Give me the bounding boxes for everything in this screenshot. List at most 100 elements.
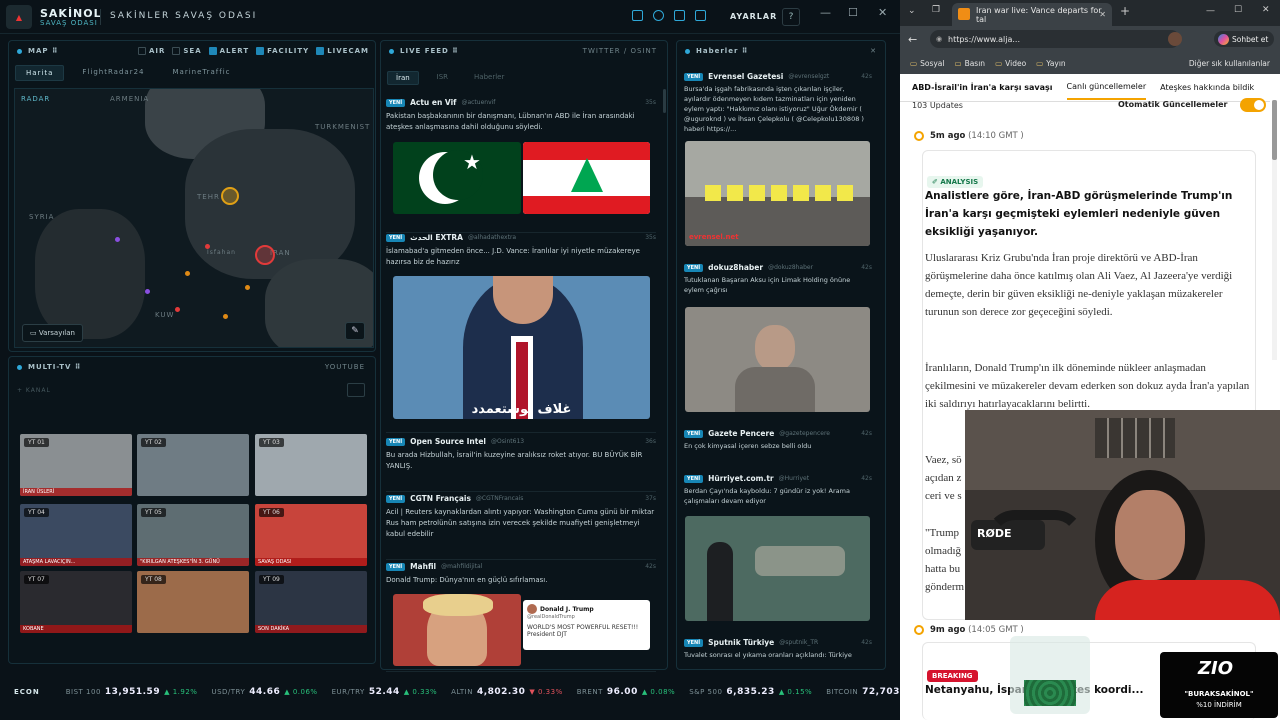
tv-thumbnail[interactable]: YT 01 İRAN ÜSLERİ (20, 434, 132, 496)
event-marker[interactable] (205, 244, 210, 249)
avatar[interactable] (1168, 32, 1182, 46)
back-icon[interactable]: ← (908, 33, 917, 46)
help-button[interactable]: ? (782, 8, 800, 26)
ticker-value: 52.44 (368, 687, 400, 697)
default-view-button[interactable]: ▭ Varsayılan (22, 324, 83, 342)
close-icon[interactable]: ✕ (878, 6, 887, 19)
maximize-icon[interactable]: ☐ (848, 6, 858, 19)
add-channel-button[interactable]: + KANAL (17, 387, 51, 394)
new-badge: YENİ (386, 494, 406, 503)
tab-marinetraffic[interactable]: MarineTraffic (162, 65, 240, 81)
tv-thumbnail[interactable]: YT 06 SAVAŞ ODASI (255, 504, 367, 566)
event-marker[interactable] (223, 314, 228, 319)
chart-icon[interactable] (695, 10, 706, 21)
promo-logo: ZIO (1198, 658, 1234, 679)
news-item[interactable]: YENİ Gazete Pencere @gazetepencere 42s En ço… (684, 429, 872, 469)
divider (100, 9, 101, 25)
new-badge: YENİ (386, 98, 406, 107)
trump-photo (393, 594, 521, 666)
bookmark-folder[interactable]: ▭ Video (995, 59, 1026, 68)
news-handle: @dokuz8haber (768, 264, 814, 271)
tv-thumbnail[interactable]: YT 03 (255, 434, 367, 496)
active-browser-tab[interactable]: Iran war live: Vance departs for tal ✕ (952, 3, 1112, 26)
feed-tab[interactable]: Haberler (466, 71, 512, 85)
checkbox[interactable] (137, 47, 146, 55)
rss-icon[interactable] (653, 10, 664, 21)
filter-air[interactable]: AIR (137, 47, 165, 55)
workspace-icon[interactable]: ❐ (932, 5, 940, 15)
filter-sea[interactable]: SEA (172, 47, 201, 55)
news-source: Gazete Pencere (708, 429, 775, 438)
news-item[interactable]: YENİ Sputnik Türkiye @sputnik_TR 42s Tuvalet… (684, 638, 872, 668)
channel-label: YT 02 (141, 438, 166, 447)
event-marker[interactable] (115, 237, 120, 242)
tab-flightradar24[interactable]: FlightRadar24 (72, 65, 154, 81)
feed-post[interactable]: YENİ Open Source Intel @Osint613 36s Bu arad… (386, 437, 656, 492)
close-icon[interactable]: ✕ (1262, 5, 1270, 15)
ticker-name: USD/TRY (211, 688, 246, 696)
quote-handle: @realDonaldTrump (527, 614, 575, 620)
ticker-item: BRENT 96.00 ▲ 0.08% (577, 687, 675, 697)
bookmark-folder[interactable]: ▭ Yayın (1036, 59, 1066, 68)
quoted-tweet[interactable]: Donald J. Trump @realDonaldTrump WORLD'S… (523, 600, 650, 650)
other-bookmarks[interactable]: Diğer sık kullanılanlar (1189, 59, 1270, 68)
ticker-value: 13,951.59 (104, 687, 161, 697)
scrollbar[interactable] (663, 89, 666, 113)
filter-livecam[interactable]: LIVECAM (316, 47, 369, 55)
tv-thumbnail[interactable]: YT 09 SON DAKİKA (255, 571, 367, 633)
settings-button[interactable]: AYARLAR (730, 12, 777, 21)
bookmark-folder[interactable]: ▭ Sosyal (910, 59, 944, 68)
topic-tab[interactable]: Canlı güncellemeler (1066, 75, 1147, 100)
edit-icon[interactable]: ✎ (345, 322, 365, 340)
cluster-marker[interactable] (221, 187, 239, 205)
maximize-icon[interactable]: ☐ (1234, 5, 1242, 15)
map-view[interactable]: RADAR ARMENIA TURKMENIST SYRIA TEHR IRAN… (14, 88, 374, 348)
alert-marker[interactable] (255, 245, 275, 265)
updates-count: 103 Updates (912, 101, 963, 110)
checkbox[interactable] (256, 47, 265, 55)
tv-icon[interactable] (674, 10, 685, 21)
feed-tab[interactable]: İran (387, 71, 419, 85)
news-time: 42s (861, 430, 872, 437)
card2-gmt: (14:05 GMT ) (968, 625, 1024, 635)
tv-thumbnail[interactable]: YT 04 ATAŞMA LAVACIÇIN... (20, 504, 132, 566)
checkbox[interactable] (172, 47, 181, 55)
close-tab-icon[interactable]: ✕ (1099, 10, 1106, 19)
fullscreen-icon[interactable] (347, 383, 365, 397)
tab-harita[interactable]: Harita (15, 65, 65, 81)
minimize-icon[interactable]: — (820, 6, 831, 19)
address-bar[interactable]: https://www.alja... ◉ (930, 30, 1180, 48)
event-marker[interactable] (145, 289, 150, 294)
tv-thumbnail[interactable]: YT 02 (137, 434, 249, 496)
map-view-icon[interactable] (632, 10, 643, 21)
news-close-icon[interactable]: ✕ (870, 47, 885, 55)
feed-post[interactable]: YENİ CGTN Français @CGTNFrancais 37s Acil | … (386, 494, 656, 560)
channel-caption: "KIRILGAN ATEŞKES"İN 3. GÜNÜ (137, 558, 249, 566)
feed-tab[interactable]: ISR (429, 71, 456, 85)
topic-tab[interactable]: ABD-İsrail'in İran'a karşı savaşı (912, 83, 1053, 92)
checkbox[interactable] (208, 47, 217, 55)
copilot-button[interactable]: Sohbet et (1214, 31, 1275, 47)
tv-thumbnail[interactable]: YT 08 (137, 571, 249, 633)
tab-menu-icon[interactable]: ⌄ (908, 6, 916, 16)
new-tab-icon[interactable]: + (1120, 4, 1130, 18)
post-time: 36s (645, 438, 656, 445)
checkbox[interactable] (316, 47, 325, 55)
channel-caption: SON DAKİKA (255, 625, 367, 633)
scrollbar[interactable] (1272, 100, 1277, 360)
topic-tab[interactable]: Ateşkes hakkında bildik (1160, 83, 1254, 92)
minimize-icon[interactable]: — (1206, 6, 1215, 16)
bookmark-folder[interactable]: ▭ Basın (954, 59, 985, 68)
tv-thumbnail[interactable]: YT 05 "KIRILGAN ATEŞKES"İN 3. GÜNÜ (137, 504, 249, 566)
vance-photo: غلاف پوستعمدد (393, 276, 650, 419)
ticker-name: BRENT (576, 688, 603, 696)
filter-label: FACILITY (267, 47, 310, 55)
news-header: YENİ Gazete Pencere @gazetepencere 42s (684, 429, 872, 438)
auto-update-toggle[interactable] (1240, 98, 1266, 112)
event-marker[interactable] (245, 285, 250, 290)
event-marker[interactable] (185, 271, 190, 276)
filter-facility[interactable]: FACILITY (256, 47, 309, 55)
filter-alert[interactable]: ALERT (208, 47, 250, 55)
tv-thumbnail[interactable]: YT 07 KOBANE (20, 571, 132, 633)
event-marker[interactable] (175, 307, 180, 312)
